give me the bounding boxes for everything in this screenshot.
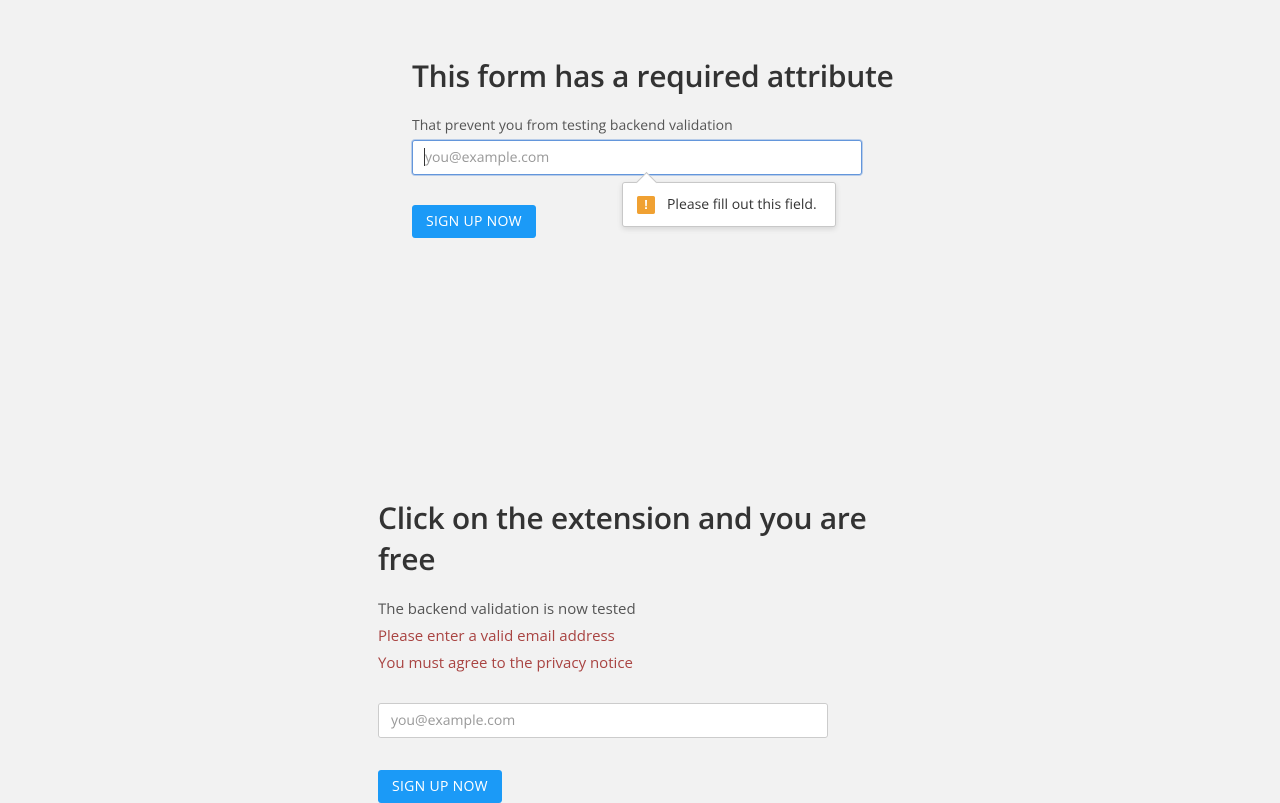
validation-tooltip: ! Please fill out this field. — [622, 182, 836, 227]
section-heading: This form has a required attribute — [412, 55, 912, 96]
signup-button[interactable]: SIGN UP NOW — [412, 205, 536, 238]
text-cursor — [424, 148, 425, 166]
form-section-extension: Click on the extension and you are free … — [378, 497, 918, 803]
email-input-wrapper — [378, 703, 918, 738]
error-message: Please enter a valid email address — [378, 626, 918, 646]
email-field[interactable] — [378, 703, 828, 738]
form-section-required: This form has a required attribute That … — [412, 55, 912, 238]
section-subtitle: That prevent you from testing backend va… — [412, 116, 912, 135]
tooltip-message: Please fill out this field. — [667, 195, 817, 214]
signup-button[interactable]: SIGN UP NOW — [378, 770, 502, 803]
section-subtitle: The backend validation is now tested — [378, 599, 918, 619]
error-message: You must agree to the privacy notice — [378, 653, 918, 673]
section-heading: Click on the extension and you are free — [378, 497, 918, 579]
email-input-wrapper: ! Please fill out this field. — [412, 140, 912, 175]
warning-icon: ! — [637, 196, 655, 214]
email-field[interactable] — [412, 140, 862, 175]
